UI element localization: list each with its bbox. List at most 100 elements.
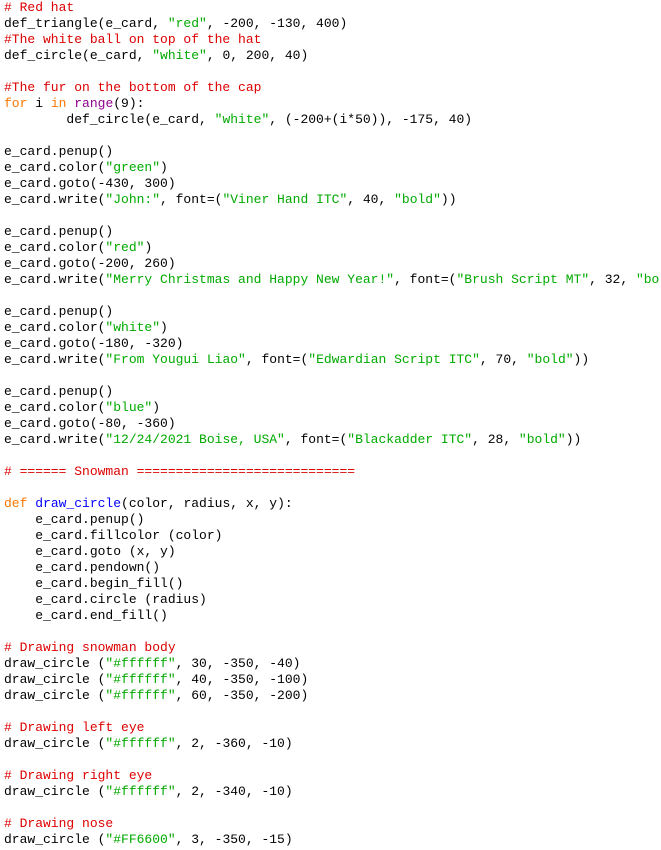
code-text: e_card.fillcolor (color) bbox=[4, 528, 223, 543]
code-text: e_card.penup() bbox=[4, 224, 114, 239]
code-text: e_card.write( bbox=[4, 432, 106, 447]
code-text: , 32, bbox=[589, 272, 636, 287]
code-string: "#ffffff" bbox=[105, 656, 176, 671]
code-comment: # Drawing right eye bbox=[4, 768, 153, 783]
code-text: , font=( bbox=[284, 432, 348, 447]
code-string: "blue" bbox=[105, 400, 153, 415]
code-comment: # ====== Snowman =======================… bbox=[4, 464, 356, 479]
code-text: , font=( bbox=[245, 352, 309, 367]
code-string: "Blackadder ITC" bbox=[347, 432, 473, 447]
code-text: , 3, -350, -15) bbox=[175, 832, 293, 847]
code-text: e_card.penup() bbox=[4, 304, 114, 319]
code-text: e_card.goto(-180, -320) bbox=[4, 336, 184, 351]
code-keyword: def bbox=[4, 496, 28, 511]
code-line: e_card.penup() bbox=[4, 304, 661, 320]
code-text: e_card.begin_fill() bbox=[4, 576, 184, 591]
code-text: e_card.circle (radius) bbox=[4, 592, 207, 607]
code-text: ) bbox=[160, 160, 168, 175]
code-text: e_card.goto (x, y) bbox=[4, 544, 176, 559]
code-text: def_circle(e_card, bbox=[4, 48, 153, 63]
code-text: (9): bbox=[113, 96, 145, 111]
code-text: e_card.goto(-430, 300) bbox=[4, 176, 176, 191]
code-line: for i in range(9): bbox=[4, 96, 661, 112]
code-text: ) bbox=[160, 320, 168, 335]
code-line: e_card.write("John:", font=("Viner Hand … bbox=[4, 192, 661, 208]
code-string: "bold" bbox=[518, 432, 566, 447]
code-line: def_triangle(e_card, "red", -200, -130, … bbox=[4, 16, 661, 32]
code-line: # Drawing snowman body bbox=[4, 640, 661, 656]
code-text: )) bbox=[565, 432, 582, 447]
code-text: def_circle(e_card, bbox=[4, 112, 215, 127]
code-text: i bbox=[27, 96, 51, 111]
code-line: e_card.color("green") bbox=[4, 160, 661, 176]
code-line: def_circle(e_card, "white", 0, 200, 40) bbox=[4, 48, 661, 64]
code-string: "Edwardian Script ITC" bbox=[308, 352, 480, 367]
code-comment: # Red hat bbox=[4, 0, 75, 15]
code-builtin: range bbox=[74, 96, 114, 111]
code-line: draw_circle ("#ffffff", 30, -350, -40) bbox=[4, 656, 661, 672]
code-string: "bold" bbox=[394, 192, 441, 207]
code-text: )) bbox=[573, 352, 590, 367]
code-text: e_card.color( bbox=[4, 240, 106, 255]
code-line: draw_circle ("#FF6600", 3, -350, -15) bbox=[4, 832, 661, 848]
code-line: # Drawing right eye bbox=[4, 768, 661, 784]
code-line: e_card.penup() bbox=[4, 224, 661, 240]
code-string: "#ffffff" bbox=[105, 736, 176, 751]
code-text: , 70, bbox=[479, 352, 527, 367]
code-text: , 0, 200, 40) bbox=[206, 48, 309, 63]
code-text: draw_circle ( bbox=[4, 784, 106, 799]
code-text: e_card.color( bbox=[4, 400, 106, 415]
code-text: e_card.color( bbox=[4, 320, 106, 335]
code-line: e_card.color("red") bbox=[4, 240, 661, 256]
code-text: , 2, -360, -10) bbox=[175, 736, 293, 751]
code-string: "From Yougui Liao" bbox=[105, 352, 246, 367]
code-string: "#ffffff" bbox=[105, 688, 176, 703]
code-string: "red" bbox=[105, 240, 145, 255]
code-string: "12/24/2021 Boise, USA" bbox=[105, 432, 285, 447]
code-text: e_card.penup() bbox=[4, 384, 114, 399]
code-text: e_card.color( bbox=[4, 160, 106, 175]
code-line: def draw_circle(color, radius, x, y): bbox=[4, 496, 661, 512]
code-keyword: in bbox=[50, 96, 67, 111]
code-text: draw_circle ( bbox=[4, 736, 106, 751]
code-line: #The fur on the bottom of the cap bbox=[4, 80, 661, 96]
code-text: draw_circle ( bbox=[4, 832, 106, 847]
code-text: )) bbox=[440, 192, 457, 207]
code-comment: # Drawing left eye bbox=[4, 720, 145, 735]
code-line: e_card.end_fill() bbox=[4, 608, 661, 624]
code-text: e_card.goto(-200, 260) bbox=[4, 256, 176, 271]
code-comment: #The fur on the bottom of the cap bbox=[4, 80, 262, 95]
code-line: e_card.write("12/24/2021 Boise, USA", fo… bbox=[4, 432, 661, 448]
code-line: draw_circle ("#ffffff", 40, -350, -100) bbox=[4, 672, 661, 688]
code-text: (color, radius, x, y): bbox=[121, 496, 293, 511]
code-line: # Drawing left eye bbox=[4, 720, 661, 736]
code-line: e_card.write("Merry Christmas and Happy … bbox=[4, 272, 661, 288]
code-line: #The white ball on top of the hat bbox=[4, 32, 661, 48]
code-editor[interactable]: # Red hat def_triangle(e_card, "red", -20… bbox=[4, 0, 661, 850]
code-string: "red" bbox=[167, 16, 207, 31]
code-text: def_triangle(e_card, bbox=[4, 16, 168, 31]
code-string: "bold" bbox=[526, 352, 574, 367]
code-text: e_card.goto(-80, -360) bbox=[4, 416, 176, 431]
code-line: e_card.begin_fill() bbox=[4, 576, 661, 592]
code-line: draw_circle ("#ffffff", 2, -360, -10) bbox=[4, 736, 661, 752]
code-line: def_circle(e_card, "white", (-200+(i*50)… bbox=[4, 112, 661, 128]
code-comment: #The white ball on top of the hat bbox=[4, 32, 262, 47]
code-text: , 40, -350, -100) bbox=[175, 672, 309, 687]
code-line: # ====== Snowman =======================… bbox=[4, 464, 661, 480]
code-text: , font=( bbox=[160, 192, 223, 207]
code-text: draw_circle ( bbox=[4, 656, 106, 671]
code-string: "Brush Script MT" bbox=[456, 272, 590, 287]
code-line: draw_circle ("#ffffff", 60, -350, -200) bbox=[4, 688, 661, 704]
code-text: ) bbox=[152, 400, 161, 415]
code-comment: # Drawing nose bbox=[4, 816, 114, 831]
code-string: "bold" bbox=[635, 272, 661, 287]
code-text: , 40, bbox=[347, 192, 395, 207]
